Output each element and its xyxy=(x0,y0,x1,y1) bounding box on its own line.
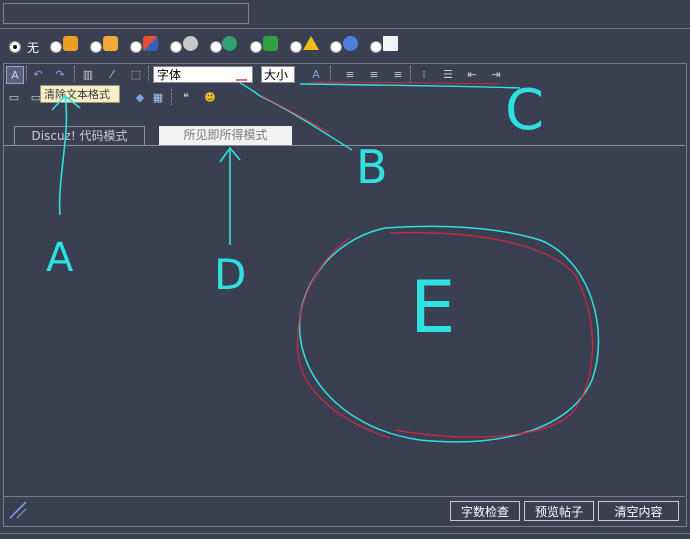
redo-icon[interactable]: ↷ xyxy=(52,66,68,82)
undo-icon[interactable]: ↶ xyxy=(30,66,46,82)
document-icon xyxy=(383,36,398,51)
radio-icon-3[interactable] xyxy=(130,41,142,53)
radio-icon-8[interactable] xyxy=(330,41,342,53)
font-color-icon[interactable]: A xyxy=(308,66,324,82)
toolbar-separator xyxy=(26,66,29,82)
hr-icon[interactable]: ▭ xyxy=(6,89,22,105)
radio-none[interactable] xyxy=(9,41,21,53)
annotation-label-a: A xyxy=(46,235,74,281)
word-count-button[interactable]: 字数检查 xyxy=(450,501,520,521)
resize-handle[interactable] xyxy=(8,500,28,520)
paste-word-icon[interactable]: ⁄ xyxy=(104,66,120,82)
radio-icon-7[interactable] xyxy=(290,41,302,53)
align-center-icon[interactable]: ≡ xyxy=(366,66,382,82)
radio-icon-4[interactable] xyxy=(170,41,182,53)
warning-icon xyxy=(303,36,319,50)
subject-input[interactable] xyxy=(3,3,249,24)
annotation-label-d: D xyxy=(214,250,247,299)
clear-format-icon[interactable]: A xyxy=(6,66,24,84)
annotation-label-c: C xyxy=(505,78,545,143)
indent-icon[interactable]: ⇥ xyxy=(488,66,504,82)
align-right-icon[interactable]: ≡ xyxy=(390,66,406,82)
toolbar-separator xyxy=(410,66,413,82)
toolbar-separator xyxy=(74,66,77,82)
toolbar-separator xyxy=(330,66,333,82)
footer-divider xyxy=(0,533,690,539)
clear-content-button[interactable]: 清空内容 xyxy=(598,501,679,521)
quote-icon[interactable]: ❝ xyxy=(178,89,194,105)
radio-icon-2[interactable] xyxy=(90,41,102,53)
cube-icon xyxy=(143,36,158,51)
unordered-list-icon[interactable]: ☰ xyxy=(440,66,456,82)
radio-icon-1[interactable] xyxy=(50,41,62,53)
preview-button[interactable]: 预览帖子 xyxy=(524,501,594,521)
radio-icon-9[interactable] xyxy=(370,41,382,53)
info-icon xyxy=(343,36,358,51)
tab-divider xyxy=(4,145,685,146)
annotation-label-e: E xyxy=(410,265,456,349)
post-icon-row: 无 xyxy=(0,34,690,58)
ordered-list-icon[interactable]: ⁝ xyxy=(416,66,432,82)
clear-format-tooltip: 清除文本格式 xyxy=(40,85,120,103)
align-left-icon[interactable]: ≡ xyxy=(342,66,358,82)
gear-icon xyxy=(183,36,198,51)
outdent-icon[interactable]: ⇤ xyxy=(464,66,480,82)
size-select[interactable]: 大小 xyxy=(261,66,295,83)
radio-icon-6[interactable] xyxy=(250,41,262,53)
tab-discuz-code[interactable]: Discuz! 代码模式 xyxy=(14,126,145,145)
paste-text-icon[interactable]: ▥ xyxy=(80,66,96,82)
radio-none-label: 无 xyxy=(27,41,40,55)
select-all-icon[interactable]: ⬚ xyxy=(128,66,144,82)
globe-icon xyxy=(222,36,237,51)
editor-content-area[interactable] xyxy=(5,147,684,495)
divider xyxy=(0,28,690,29)
font-select[interactable]: 字体 xyxy=(153,66,253,83)
table-icon[interactable]: ▦ xyxy=(150,89,166,105)
toolbar-separator xyxy=(148,66,151,82)
toolbar-separator xyxy=(171,89,174,105)
smiley-icon xyxy=(63,36,78,51)
radio-icon-5[interactable] xyxy=(210,41,222,53)
qq-icon[interactable]: ☻ xyxy=(202,89,218,105)
annotation-label-b: B xyxy=(356,140,388,194)
tab-wysiwyg[interactable]: 所见即所得模式 xyxy=(159,126,292,145)
monitor-icon xyxy=(263,36,278,51)
thumbs-up-icon xyxy=(103,36,118,51)
media-icon[interactable]: ◆ xyxy=(132,89,148,105)
